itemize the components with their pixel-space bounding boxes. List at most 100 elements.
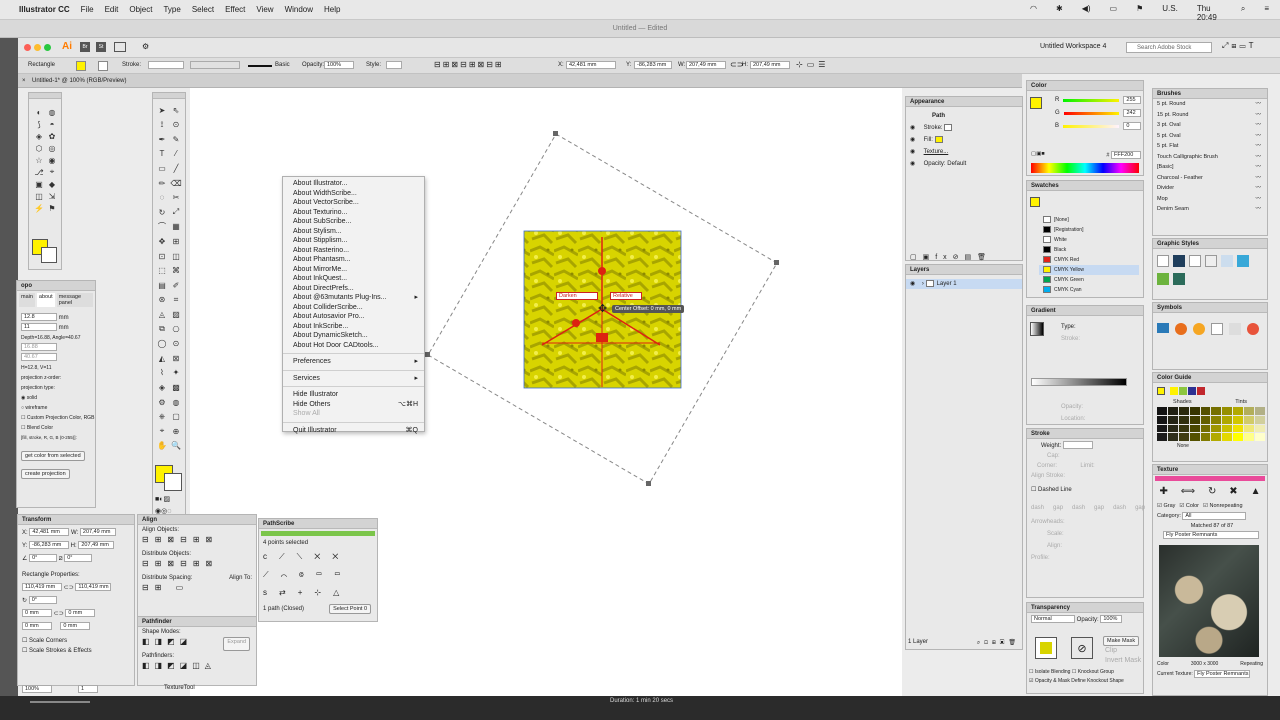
menu-object[interactable]: Object: [129, 5, 152, 14]
guide-swatch[interactable]: [1222, 433, 1233, 441]
swatch-row[interactable]: White: [1039, 235, 1139, 245]
guide-swatch[interactable]: [1211, 433, 1222, 441]
guide-swatch[interactable]: [1167, 424, 1178, 433]
variable-width-field[interactable]: [190, 61, 240, 69]
brush-row[interactable]: [Basic] 〰: [1153, 162, 1267, 173]
plugin-tool-icon[interactable]: ◈: [34, 131, 44, 141]
texture-effect-label[interactable]: Texture...: [924, 149, 949, 155]
menu-item-about-inkscribe[interactable]: About InkScribe...: [283, 322, 424, 332]
tool-icon[interactable]: ◈: [157, 382, 167, 392]
link-icon[interactable]: ⊂⊃: [54, 611, 64, 617]
menu-item-about-widthscribe[interactable]: About WidthScribe...: [283, 189, 424, 199]
menu-item-about-63mutants[interactable]: About @63mutants Plug-Ins... ▸: [283, 293, 424, 303]
plugin-tool-icon[interactable]: ☆: [34, 155, 44, 165]
brush-row[interactable]: 5 pt. Oval 〰: [1153, 131, 1267, 142]
guide-swatch[interactable]: [1157, 407, 1167, 415]
color-guide-grid[interactable]: [1157, 407, 1265, 441]
blend-mode-dropdown[interactable]: Darken: [556, 292, 598, 300]
guide-swatch[interactable]: [1255, 415, 1265, 424]
swatch-row[interactable]: [None]: [1039, 215, 1139, 225]
angle-field[interactable]: 0°: [29, 554, 58, 563]
object-thumbnail[interactable]: [1035, 637, 1057, 659]
guide-swatch[interactable]: [1244, 424, 1255, 433]
tool-icon[interactable]: ◭: [157, 353, 167, 363]
bridge-icon[interactable]: Br: [80, 42, 90, 52]
guide-swatch[interactable]: [1178, 433, 1189, 441]
pathscribe-tools-row2[interactable]: ⟋⌒⟃▭▭: [259, 566, 377, 584]
shape-mode-buttons[interactable]: ◧◨◩◪: [142, 637, 192, 651]
visibility-eye-icon[interactable]: ◉: [910, 125, 915, 131]
plugin-tool-icon[interactable]: ⟆: [34, 119, 44, 129]
tool-icon[interactable]: ▢: [171, 412, 181, 422]
tool-icon[interactable]: ⬚: [157, 266, 167, 276]
guide-swatch[interactable]: [1222, 407, 1233, 415]
tool-icon[interactable]: ▩: [171, 382, 181, 392]
rect-rotate-field[interactable]: 0°: [28, 596, 57, 605]
tool-icon[interactable]: ⊙: [171, 120, 181, 130]
transform-icons[interactable]: ⊹▭☰: [796, 60, 829, 69]
brush-row[interactable]: 5 pt. Flat 〰: [1153, 141, 1267, 152]
color-guide-title[interactable]: Color Guide: [1153, 373, 1267, 383]
guide-swatch[interactable]: [1233, 424, 1244, 433]
relative-dropdown[interactable]: Relative: [610, 292, 642, 300]
guide-swatch[interactable]: [1200, 433, 1211, 441]
brush-row[interactable]: Denim Seam 〰: [1153, 204, 1267, 215]
tab-about[interactable]: about: [36, 293, 55, 307]
plugin-tool-icon[interactable]: ◫: [34, 191, 44, 201]
plugin-tool-icon[interactable]: ◍: [47, 107, 57, 117]
stroke-title[interactable]: Stroke: [1027, 429, 1143, 439]
transform-h-field[interactable]: 207,49 mm: [78, 541, 115, 550]
menu-item-about-vectorscribe[interactable]: About VectorScribe...: [283, 198, 424, 208]
guide-swatch[interactable]: [1255, 407, 1265, 415]
fill-swatch[interactable]: [934, 135, 943, 143]
layer-1-name[interactable]: Layer 1: [937, 281, 957, 287]
tool-icon[interactable]: ◌: [157, 193, 167, 203]
tool-icon[interactable]: ⊕: [171, 426, 181, 436]
plugin-tool-icon[interactable]: ⎇: [34, 167, 44, 177]
tool-icon[interactable]: ⊡: [157, 251, 167, 261]
tool-icon[interactable]: ⊛: [157, 295, 167, 305]
swatch-row[interactable]: Black: [1039, 245, 1139, 255]
color-checkbox[interactable]: ☑: [1179, 503, 1184, 509]
panel-grip[interactable]: [29, 93, 61, 99]
opacity-field[interactable]: 100%: [324, 61, 354, 69]
guide-swatch[interactable]: [1189, 433, 1200, 441]
texture-select[interactable]: Fly Poster Remnants: [1163, 531, 1259, 540]
menu-window[interactable]: Window: [285, 5, 313, 14]
appearance-fill-label[interactable]: Fill:: [924, 137, 933, 143]
opo-field-3[interactable]: 16.88: [21, 343, 57, 352]
artboard-field[interactable]: 1: [78, 685, 98, 693]
green-field[interactable]: 242: [1123, 109, 1141, 117]
guide-swatch[interactable]: [1167, 415, 1178, 424]
expand-button[interactable]: Expand: [223, 637, 250, 651]
guide-swatch[interactable]: [1233, 415, 1244, 424]
align-object-buttons[interactable]: ⊟⊞⊠⊟⊞⊠: [138, 535, 256, 549]
brush-row[interactable]: Mop 〰: [1153, 194, 1267, 205]
symbols-title[interactable]: Symbols: [1153, 303, 1267, 313]
menu-select[interactable]: Select: [192, 5, 214, 14]
tool-icon[interactable]: ⊠: [171, 353, 181, 363]
menu-type[interactable]: Type: [163, 5, 180, 14]
texture-title[interactable]: Texture: [1153, 465, 1267, 475]
zoom-field[interactable]: 100%: [22, 685, 52, 693]
texture-preview[interactable]: [1159, 545, 1259, 657]
visibility-eye-icon[interactable]: ◉: [910, 161, 915, 167]
guide-swatch[interactable]: [1200, 415, 1211, 424]
menu-help[interactable]: Help: [324, 5, 340, 14]
workspace-switcher[interactable]: Untitled Workspace 4: [1040, 43, 1106, 50]
appearance-title[interactable]: Appearance: [906, 97, 1022, 107]
swatches-title[interactable]: Swatches: [1027, 181, 1143, 191]
guide-swatch[interactable]: [1244, 407, 1255, 415]
gradient-preview[interactable]: [1030, 322, 1044, 336]
current-texture-select[interactable]: Fly Poster Remnants: [1194, 669, 1251, 678]
plugin-tool-icon[interactable]: ◓: [47, 119, 57, 129]
brush-row[interactable]: 5 pt. Round 〰: [1153, 99, 1267, 110]
x-field[interactable]: 42,481 mm: [566, 61, 616, 69]
align-title[interactable]: Align: [138, 515, 256, 525]
red-slider[interactable]: [1063, 98, 1120, 102]
y-field[interactable]: -86,283 mm: [634, 61, 672, 69]
guide-swatch[interactable]: [1157, 424, 1167, 433]
corner-3-field[interactable]: 0 mm: [22, 622, 52, 631]
stroke-color-box[interactable]: [164, 473, 182, 491]
pathfinder-title[interactable]: Pathfinder: [138, 617, 256, 627]
